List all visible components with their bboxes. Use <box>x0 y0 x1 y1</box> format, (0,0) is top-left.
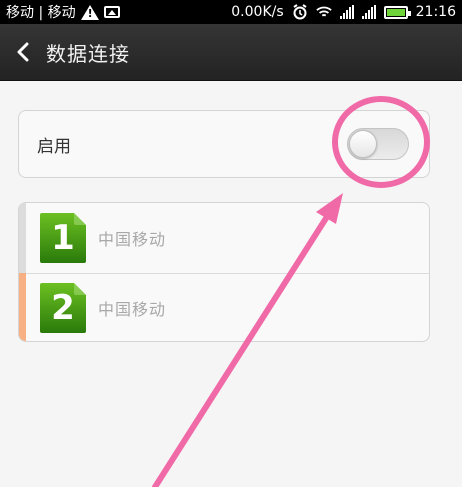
status-bar: 移动 | 移动 0.00K/s 21:16 <box>0 0 462 24</box>
sim1-icon: 1 <box>38 211 88 265</box>
sim-selection-marker <box>19 203 26 273</box>
sim-item-1[interactable]: 1 中国移动 <box>19 203 429 274</box>
title-bar: 数据连接 <box>0 24 462 81</box>
sim-selection-marker <box>19 273 26 341</box>
warning-icon <box>80 4 99 20</box>
sim-carrier-label: 中国移动 <box>98 230 167 249</box>
alarm-icon <box>292 4 308 20</box>
network-speed: 0.00K/s <box>231 4 284 20</box>
sim2-icon: 2 <box>38 281 88 335</box>
sim-number: 1 <box>51 218 75 258</box>
sim-item-2[interactable]: 2 中国移动 <box>19 273 429 341</box>
signal-icon <box>339 5 354 19</box>
back-button[interactable] <box>0 24 46 80</box>
carrier-text: 移动 | 移动 <box>6 5 76 21</box>
sim-number: 2 <box>51 288 75 328</box>
page-title: 数据连接 <box>46 41 130 66</box>
image-icon <box>103 5 120 19</box>
clock: 21:16 <box>415 4 456 20</box>
wifi-icon <box>315 5 332 19</box>
enable-toggle[interactable] <box>347 128 409 160</box>
enable-label: 启用 <box>37 136 71 157</box>
battery-icon <box>383 5 411 19</box>
chevron-left-icon <box>17 42 29 62</box>
sim-carrier-label: 中国移动 <box>98 300 167 319</box>
enable-row[interactable]: 启用 <box>18 110 430 178</box>
sim-list: 1 中国移动 2 中国移动 <box>18 202 430 342</box>
toggle-knob[interactable] <box>349 130 377 158</box>
signal-icon <box>361 5 376 19</box>
